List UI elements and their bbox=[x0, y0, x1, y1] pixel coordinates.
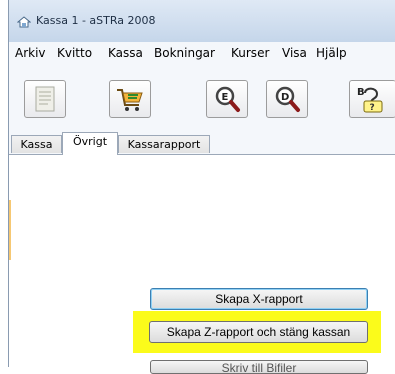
window-title: Kassa 1 - aSTRa 2008 bbox=[36, 14, 156, 27]
menu-bokningar[interactable]: Bokningar bbox=[154, 46, 215, 60]
shopping-cart-icon bbox=[117, 89, 143, 111]
menu-bar: Arkiv Kvitto Kassa Bokningar Kurser Visa… bbox=[9, 42, 395, 64]
z-report-button[interactable]: Skapa Z-rapport och stäng kassan bbox=[149, 321, 368, 343]
title-bar[interactable]: Kassa 1 - aSTRa 2008 bbox=[9, 0, 395, 43]
menu-hjalp[interactable]: Hjälp bbox=[316, 46, 347, 60]
menu-visa[interactable]: Visa bbox=[282, 46, 307, 60]
toolbar-document-button[interactable] bbox=[24, 80, 66, 118]
tab-ovrigt[interactable]: Övrigt bbox=[62, 132, 118, 155]
partial-button[interactable]: Skriv till Bifiler bbox=[150, 360, 368, 374]
tab-kassa[interactable]: Kassa bbox=[11, 135, 62, 153]
document-icon bbox=[35, 86, 55, 112]
svg-text:E: E bbox=[222, 92, 229, 103]
svg-text:?: ? bbox=[370, 103, 375, 113]
toolbar-search-d-button[interactable]: D bbox=[266, 80, 308, 118]
toolbar-booking-button[interactable]: B ? bbox=[349, 80, 395, 118]
x-report-button[interactable]: Skapa X-rapport bbox=[150, 288, 368, 310]
magnifier-e-icon: E bbox=[215, 86, 240, 112]
tab-strip: Kassa Övrigt Kassarapport bbox=[9, 132, 395, 155]
booking-question-icon: B ? bbox=[357, 87, 383, 113]
toolbar: E D B ? bbox=[9, 64, 395, 132]
magnifier-d-icon: D bbox=[275, 86, 300, 112]
app-window: Kassa 1 - aSTRa 2008 Arkiv Kvitto Kassa … bbox=[8, 0, 395, 374]
tab-kassarapport[interactable]: Kassarapport bbox=[118, 135, 210, 153]
svg-text:B: B bbox=[357, 87, 365, 98]
toolbar-search-e-button[interactable]: E bbox=[206, 80, 248, 118]
side-marker bbox=[9, 200, 11, 260]
menu-kassa[interactable]: Kassa bbox=[108, 46, 143, 60]
svg-text:D: D bbox=[281, 92, 289, 103]
menu-kvitto[interactable]: Kvitto bbox=[57, 46, 92, 60]
toolbar-cart-button[interactable] bbox=[109, 80, 151, 118]
menu-arkiv[interactable]: Arkiv bbox=[15, 46, 46, 60]
tab-panel-ovrigt: Skapa X-rapport Skapa Z-rapport och stän… bbox=[9, 155, 395, 374]
app-icon bbox=[17, 16, 31, 28]
menu-kurser[interactable]: Kurser bbox=[231, 46, 269, 60]
